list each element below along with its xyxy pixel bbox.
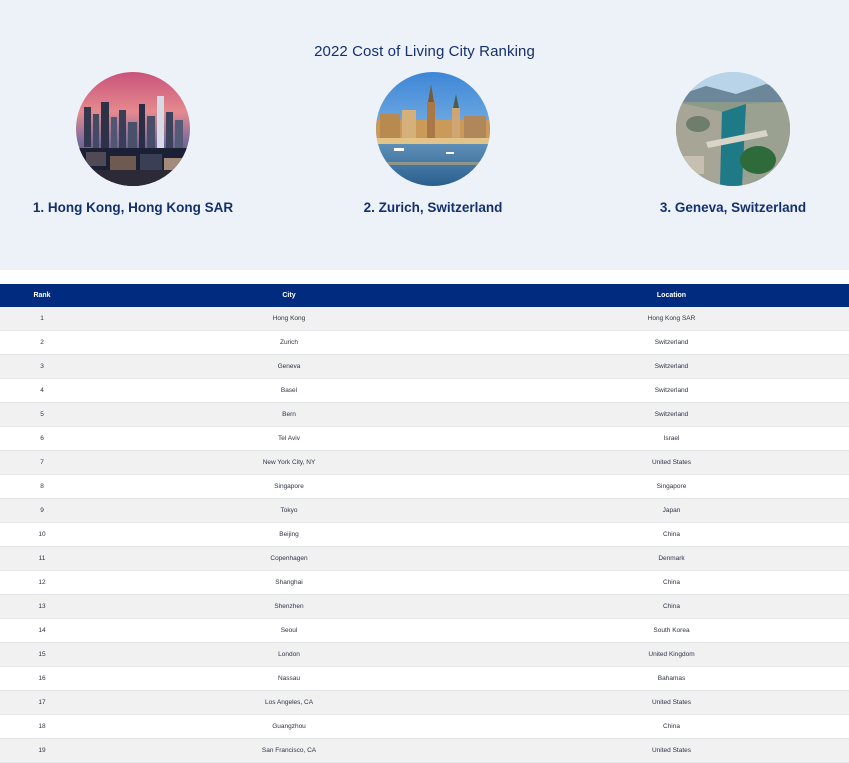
rank-cell: 15: [0, 642, 84, 667]
table-row: 14 Seoul South Korea: [0, 618, 849, 643]
location-cell: Switzerland: [494, 330, 849, 355]
featured-city-3: 3. Geneva, Switzerland: [613, 72, 849, 217]
table-row: 19 San Francisco, CA United States: [0, 738, 849, 763]
location-cell: Switzerland: [494, 402, 849, 427]
rank-cell: 12: [0, 570, 84, 595]
city-cell: Shanghai: [84, 570, 494, 595]
hero-section: 2022 Cost of Living City Ranking 1. Hong…: [0, 0, 849, 270]
city-cell: San Francisco, CA: [84, 738, 494, 763]
city-cell: Shenzhen: [84, 594, 494, 619]
location-cell: United States: [494, 690, 849, 715]
hong-kong-skyline-photo: [76, 72, 190, 186]
zurich-lakefront-photo: [376, 72, 490, 186]
table-row: 3 Geneva Switzerland: [0, 354, 849, 379]
location-cell: United Kingdom: [494, 642, 849, 667]
geneva-river-aerial-photo: [676, 72, 790, 186]
location-cell: United States: [494, 738, 849, 763]
table-row: 13 Shenzhen China: [0, 594, 849, 619]
city-cell: Los Angeles, CA: [84, 690, 494, 715]
table-row: 8 Singapore Singapore: [0, 474, 849, 499]
featured-city-1-caption: 1. Hong Kong, Hong Kong SAR: [32, 200, 234, 215]
location-cell: Japan: [494, 498, 849, 523]
rank-column-header: Rank: [33, 292, 51, 299]
table-row: 16 Nassau Bahamas: [0, 666, 849, 691]
table-row: 4 Basel Switzerland: [0, 378, 849, 403]
table-row: 6 Tel Aviv Israel: [0, 426, 849, 451]
rank-cell: 2: [0, 330, 84, 355]
featured-city-3-caption: 3. Geneva, Switzerland: [659, 200, 807, 215]
city-cell: Zurich: [84, 330, 494, 355]
city-cell: Basel: [84, 378, 494, 403]
location-cell: Hong Kong SAR: [494, 307, 849, 331]
location-cell: Singapore: [494, 474, 849, 499]
location-cell: China: [494, 714, 849, 739]
table-row: 11 Copenhagen Denmark: [0, 546, 849, 571]
rank-cell: 10: [0, 522, 84, 547]
city-cell: Hong Kong: [84, 307, 494, 331]
rank-cell: 14: [0, 618, 84, 643]
ranking-table: Rank City Location 1 Hong Kong Hong Kong S…: [0, 284, 849, 763]
city-cell: Geneva: [84, 354, 494, 379]
table-row: 5 Bern Switzerland: [0, 402, 849, 427]
location-cell: China: [494, 594, 849, 619]
location-cell: Switzerland: [494, 354, 849, 379]
featured-city-2: 2. Zurich, Switzerland: [313, 72, 553, 217]
city-cell: Beijing: [84, 522, 494, 547]
city-cell: Guangzhou: [84, 714, 494, 739]
location-cell: Israel: [494, 426, 849, 451]
rank-cell: 8: [0, 474, 84, 499]
city-cell: Seoul: [84, 618, 494, 643]
city-cell: Tel Aviv: [84, 426, 494, 451]
table-header-row: Rank City Location: [0, 284, 849, 307]
city-column-header: City: [282, 292, 296, 299]
location-cell: China: [494, 522, 849, 547]
rank-cell: 6: [0, 426, 84, 451]
table-body: 1 Hong Kong Hong Kong SAR 2 Zurich Switzerlan…: [0, 307, 849, 763]
ranking-table-container: Rank City Location 1 Hong Kong Hong Kong S…: [0, 284, 849, 763]
rank-cell: 19: [0, 738, 84, 763]
location-cell: Bahamas: [494, 666, 849, 691]
rank-cell: 7: [0, 450, 84, 475]
rank-cell: 18: [0, 714, 84, 739]
rank-cell: 4: [0, 378, 84, 403]
rank-cell: 17: [0, 690, 84, 715]
city-cell: Tokyo: [84, 498, 494, 523]
table-row: 2 Zurich Switzerland: [0, 330, 849, 355]
rank-cell: 9: [0, 498, 84, 523]
table-row: 15 London United Kingdom: [0, 642, 849, 667]
table-row: 7 New York City, NY United States: [0, 450, 849, 475]
city-cell: Nassau: [84, 666, 494, 691]
location-cell: Denmark: [494, 546, 849, 571]
featured-city-1: 1. Hong Kong, Hong Kong SAR: [13, 72, 253, 217]
rank-cell: 3: [0, 354, 84, 379]
city-cell: Bern: [84, 402, 494, 427]
city-cell: Copenhagen: [84, 546, 494, 571]
table-row: 18 Guangzhou China: [0, 714, 849, 739]
table-row: 1 Hong Kong Hong Kong SAR: [0, 307, 849, 331]
rank-cell: 5: [0, 402, 84, 427]
rank-cell: 11: [0, 546, 84, 571]
featured-city-2-caption: 2. Zurich, Switzerland: [363, 200, 503, 215]
location-cell: United States: [494, 450, 849, 475]
city-cell: London: [84, 642, 494, 667]
location-cell: China: [494, 570, 849, 595]
page-title: 2022 Cost of Living City Ranking: [314, 43, 535, 60]
table-row: 17 Los Angeles, CA United States: [0, 690, 849, 715]
location-column-header: Location: [656, 292, 687, 299]
table-row: 12 Shanghai China: [0, 570, 849, 595]
city-cell: Singapore: [84, 474, 494, 499]
rank-cell: 16: [0, 666, 84, 691]
city-cell: New York City, NY: [84, 450, 494, 475]
location-cell: Switzerland: [494, 378, 849, 403]
rank-cell: 13: [0, 594, 84, 619]
rank-cell: 1: [0, 307, 84, 331]
table-row: 10 Beijing China: [0, 522, 849, 547]
table-row: 9 Tokyo Japan: [0, 498, 849, 523]
location-cell: South Korea: [494, 618, 849, 643]
